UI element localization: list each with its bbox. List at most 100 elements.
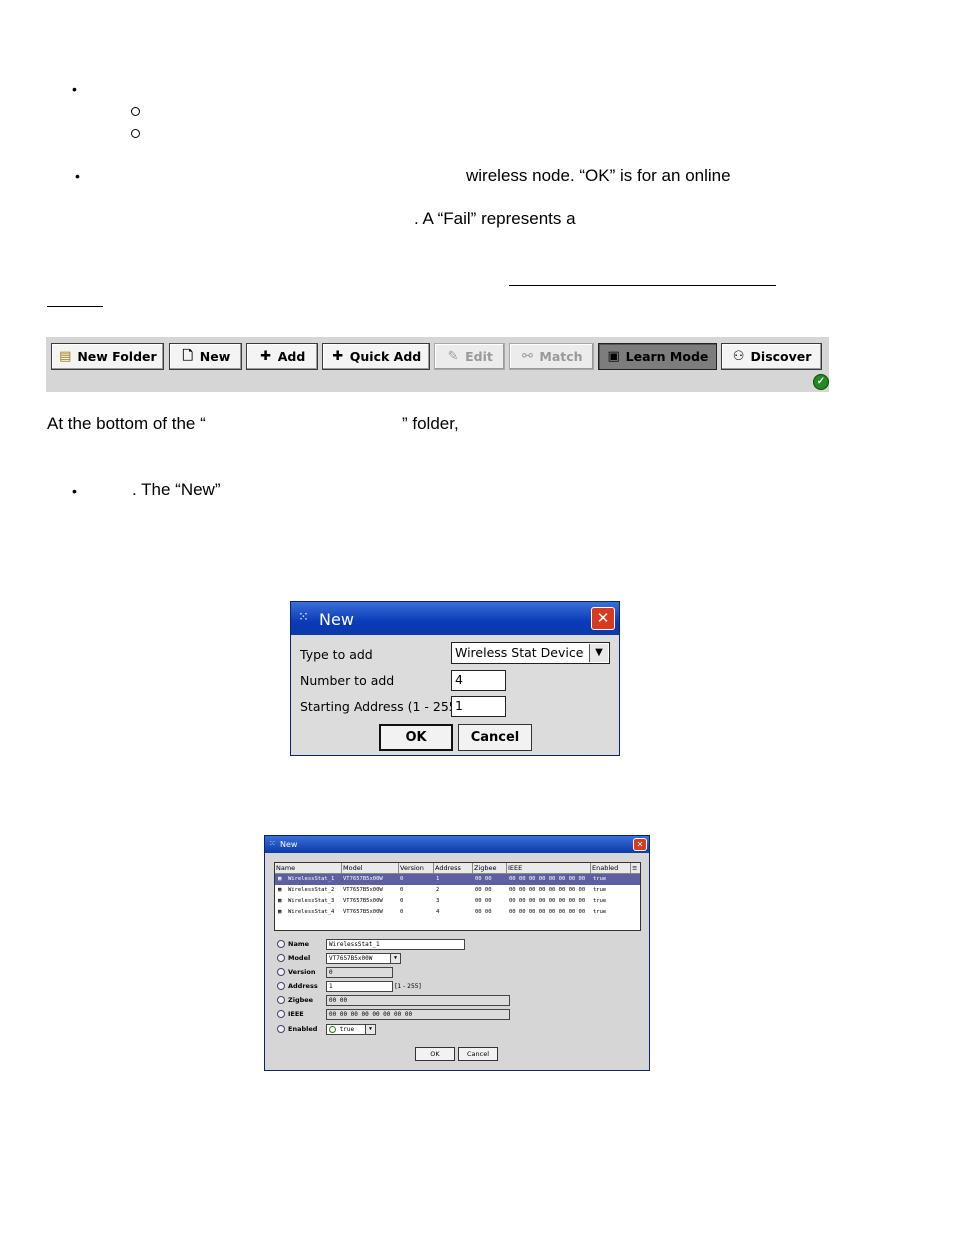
- enabled-value: true: [339, 1026, 355, 1033]
- status-circle-icon: [329, 1026, 336, 1033]
- property-icon: [277, 1025, 285, 1033]
- column-header[interactable]: Enabled: [591, 863, 631, 873]
- quick-add-button[interactable]: ✚ Quick Add: [322, 343, 430, 370]
- column-header[interactable]: IEEE: [507, 863, 591, 873]
- address-prop-label: Address: [277, 982, 318, 990]
- zigbee-prop-label: Zigbee: [277, 996, 313, 1004]
- dialog-title: New: [280, 840, 298, 849]
- cell-zigbee: 00 00: [475, 909, 492, 915]
- folder-icon: ▤: [59, 348, 72, 364]
- bullet: •: [72, 483, 77, 499]
- cell-enabled: true: [593, 887, 607, 893]
- property-icon: [277, 940, 285, 948]
- discover-button[interactable]: ⚇ Discover: [721, 343, 822, 370]
- cell-address: 4: [436, 909, 440, 915]
- close-button[interactable]: ✕: [591, 607, 615, 630]
- edit-button[interactable]: ✎ Edit: [434, 343, 505, 370]
- cell-version: 0: [400, 887, 404, 893]
- table-row[interactable]: ▦ WirelessStat_1 VT7657B5x00W 0 1 00 00 …: [275, 874, 640, 885]
- cell-version: 0: [400, 898, 404, 904]
- property-icon: [277, 982, 285, 990]
- doc-text-line: At the bottom of the “: [47, 414, 206, 433]
- cell-name: WirelessStat_2: [288, 887, 335, 893]
- status-ok-icon: ✓: [813, 374, 829, 390]
- zigbee-field: 00 00: [326, 995, 510, 1006]
- column-chooser-icon[interactable]: ≡: [631, 863, 641, 873]
- doc-text-line: ” folder,: [402, 414, 459, 433]
- name-label-text: Name: [288, 940, 310, 948]
- chevron-down-icon[interactable]: ▼: [589, 644, 608, 662]
- edit-icon: ✎: [447, 348, 459, 364]
- sub-bullet: [131, 107, 140, 116]
- device-icon: ▦: [278, 909, 282, 915]
- starting-address-input[interactable]: 1: [451, 696, 506, 717]
- property-icon: [277, 954, 285, 962]
- chevron-down-icon[interactable]: ▼: [365, 1025, 375, 1034]
- model-select[interactable]: VT7657B5x00W ▼: [326, 953, 401, 964]
- ok-button[interactable]: OK: [379, 724, 453, 751]
- column-header[interactable]: Version: [399, 863, 434, 873]
- cell-enabled: true: [593, 898, 607, 904]
- cancel-button[interactable]: Cancel: [458, 724, 532, 751]
- cell-enabled: true: [593, 909, 607, 915]
- cell-name: WirelessStat_3: [288, 898, 335, 904]
- model-value: VT7657B5x00W: [329, 955, 373, 962]
- table-row[interactable]: ▦ WirelessStat_3 VT7657B5x00W 0 3 00 00 …: [275, 896, 640, 907]
- new-device-dialog: ⁙ New ✕ Type to add Wireless Stat Device…: [290, 601, 620, 756]
- link-underline: [47, 306, 103, 307]
- add-button[interactable]: ✚ Add: [246, 343, 318, 370]
- cell-ieee: 00 00 00 00 00 00 00 00: [509, 898, 586, 904]
- cell-zigbee: 00 00: [475, 876, 492, 882]
- type-to-add-value: Wireless Stat Device: [455, 645, 584, 660]
- enabled-label-text: Enabled: [288, 1025, 318, 1033]
- match-icon: ⚯: [521, 348, 533, 364]
- dialog-title-bar: ⁙ New ✕: [265, 836, 649, 853]
- name-input[interactable]: WirelessStat_1: [326, 939, 465, 950]
- sub-bullet: [131, 129, 140, 138]
- address-label-text: Address: [288, 982, 318, 990]
- learn-mode-label: Learn Mode: [625, 349, 709, 364]
- table-row[interactable]: ▦ WirelessStat_2 VT7657B5x00W 0 2 00 00 …: [275, 885, 640, 896]
- device-icon: ▦: [278, 876, 282, 882]
- match-button[interactable]: ⚯ Match: [509, 343, 594, 370]
- property-icon: [277, 968, 285, 976]
- cell-address: 3: [436, 898, 440, 904]
- learn-mode-icon: ▣: [607, 348, 620, 364]
- add-label: Add: [277, 349, 306, 364]
- column-header[interactable]: Address: [434, 863, 473, 873]
- network-icon: ⁙: [298, 610, 309, 625]
- column-header[interactable]: Model: [342, 863, 399, 873]
- cell-ieee: 00 00 00 00 00 00 00 00: [509, 876, 586, 882]
- plus-icon: ✚: [332, 348, 344, 364]
- close-button[interactable]: ✕: [633, 838, 647, 851]
- new-label: New: [199, 349, 231, 364]
- learn-mode-button[interactable]: ▣ Learn Mode: [598, 343, 717, 370]
- number-to-add-input[interactable]: 4: [451, 670, 506, 691]
- chevron-down-icon[interactable]: ▼: [390, 954, 400, 963]
- table-row[interactable]: ▦ WirelessStat_4 VT7657B5x00W 0 4 00 00 …: [275, 907, 640, 918]
- device-icon: ▦: [278, 898, 282, 904]
- enabled-select[interactable]: true ▼: [326, 1024, 376, 1035]
- address-range: [1 - 255]: [395, 983, 421, 990]
- column-header[interactable]: Zigbee: [473, 863, 507, 873]
- version-label-text: Version: [288, 968, 316, 976]
- new-folder-button[interactable]: ▤ New Folder: [51, 343, 164, 370]
- cell-name: WirelessStat_1: [288, 876, 335, 882]
- cell-address: 1: [436, 876, 440, 882]
- network-icon: ⁙: [269, 839, 276, 848]
- cancel-button[interactable]: Cancel: [458, 1047, 498, 1061]
- address-input[interactable]: 1: [326, 981, 393, 992]
- bullet: •: [72, 81, 77, 97]
- ok-button[interactable]: OK: [415, 1047, 455, 1061]
- column-header[interactable]: Name: [275, 863, 342, 873]
- device-icon: ▦: [278, 887, 282, 893]
- cell-enabled: true: [593, 876, 607, 882]
- cell-model: VT7657B5x00W: [343, 909, 383, 915]
- quick-add-label: Quick Add: [349, 349, 422, 364]
- edit-label: Edit: [465, 349, 493, 364]
- type-to-add-label: Type to add: [300, 647, 373, 662]
- type-to-add-select[interactable]: Wireless Stat Device ▼: [451, 642, 610, 664]
- table-header: Name Model Version Address Zigbee IEEE E…: [275, 863, 640, 874]
- new-button[interactable]: 🗋 New: [169, 343, 242, 370]
- version-prop-label: Version: [277, 968, 315, 976]
